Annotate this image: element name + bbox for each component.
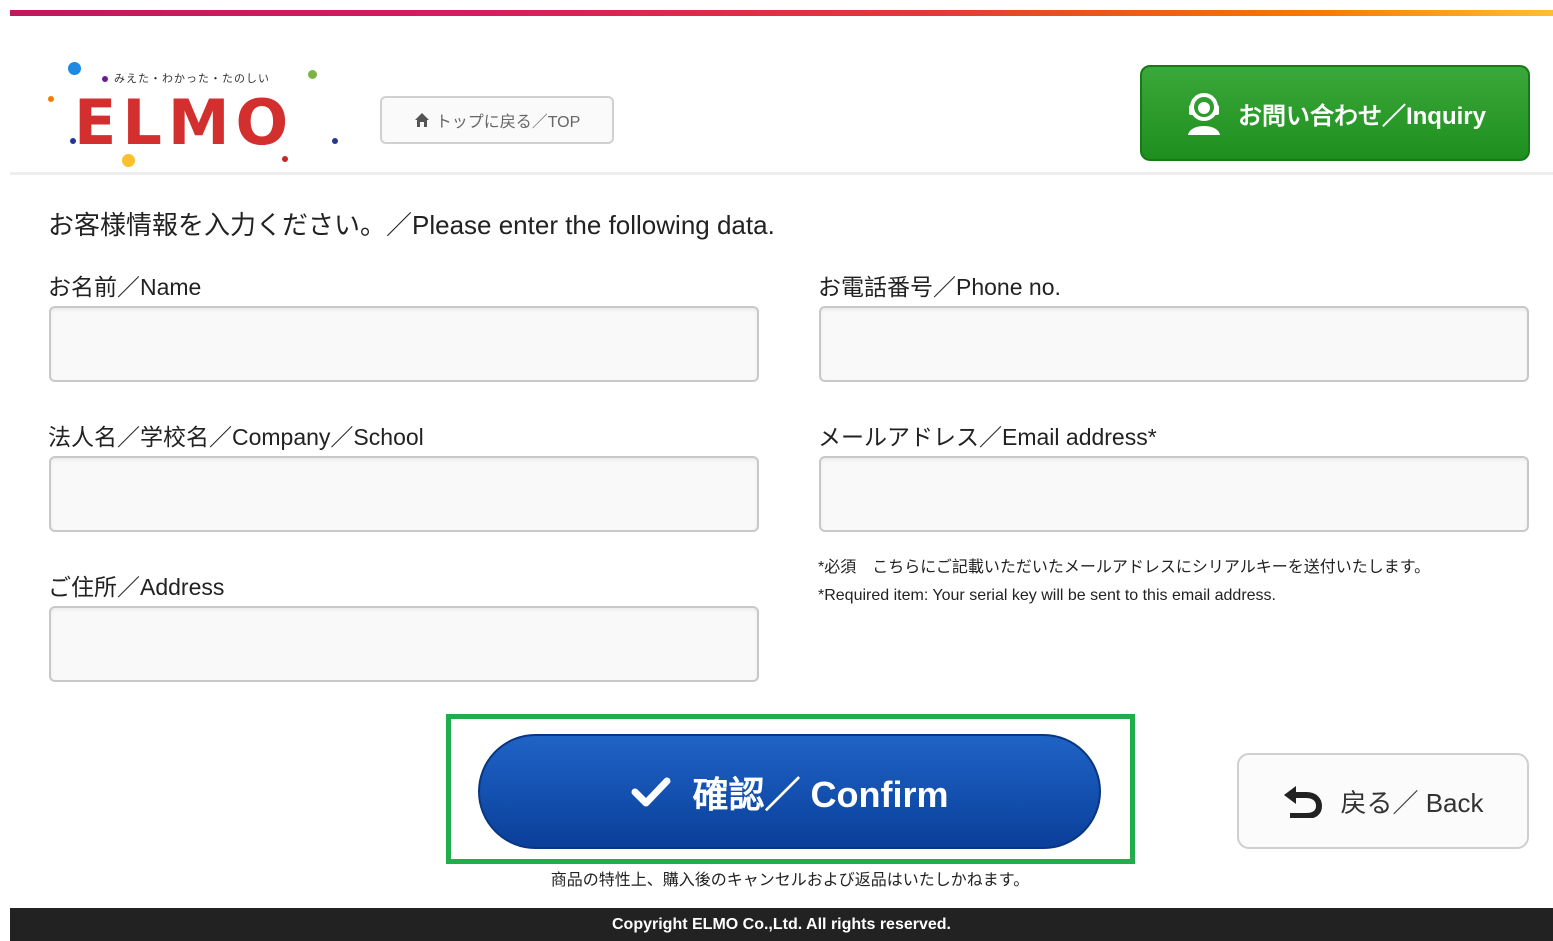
name-label: お名前／Name — [48, 274, 202, 300]
home-icon — [414, 113, 429, 127]
email-input[interactable] — [819, 456, 1529, 532]
logo-tagline: みえた・わかった・たのしい — [114, 72, 270, 85]
back-to-top-label: トップに戻る／TOP — [435, 114, 581, 131]
cancellation-note: 商品の特性上、購入後のキャンセルおよび返品はいたしかねます。 — [550, 872, 1030, 889]
company-input[interactable] — [49, 456, 759, 532]
return-arrow-icon — [1284, 786, 1323, 818]
back-label: 戻る／ Back — [1340, 787, 1484, 818]
inquiry-button[interactable]: お問い合わせ／Inquiry — [1140, 65, 1530, 161]
address-input[interactable] — [49, 606, 759, 682]
checkmark-icon — [631, 777, 670, 806]
confirm-button[interactable]: 確認／ Confirm — [478, 734, 1101, 849]
logo-dot-blue — [68, 62, 81, 75]
required-note-ja: *必須 こちらにご記載いただいたメールアドレスにシリアルキーを送付いたします。 — [818, 559, 1431, 576]
required-notes: *必須 こちらにご記載いただいたメールアドレスにシリアルキーを送付いたします。 … — [818, 554, 1430, 610]
back-to-top-link[interactable]: トップに戻る／TOP — [380, 96, 614, 144]
logo-dot-purple — [102, 76, 108, 82]
email-label: メールアドレス／Email address* — [818, 424, 1157, 450]
phone-label: お電話番号／Phone no. — [818, 274, 1061, 300]
name-input[interactable] — [49, 306, 759, 382]
required-note-en: *Required item: Your serial key will be … — [818, 587, 1276, 604]
address-label: ご住所／Address — [48, 574, 225, 600]
back-button[interactable]: 戻る／ Back — [1237, 753, 1529, 849]
form-intro: お客様情報を入力ください。／Please enter the following… — [48, 210, 775, 240]
logo-dot-green — [308, 70, 317, 79]
header-divider — [10, 172, 1553, 175]
logo-dot-orange — [48, 96, 54, 102]
elmo-logo[interactable]: みえた・わかった・たのしい ELMO — [44, 56, 344, 174]
confirm-label: 確認／ Confirm — [692, 773, 949, 815]
company-label: 法人名／学校名／Company／School — [48, 424, 424, 450]
logo-wordmark: ELMO — [74, 86, 295, 159]
copyright-text: Copyright ELMO Co.,Ltd. All rights reser… — [612, 915, 951, 933]
phone-input[interactable] — [819, 306, 1529, 382]
support-person-icon — [1187, 93, 1220, 135]
site-footer: Copyright ELMO Co.,Ltd. All rights reser… — [10, 908, 1553, 941]
logo-dot-navy-right — [332, 138, 338, 144]
site-header: みえた・わかった・たのしい ELMO トップに戻る／TOP お問い合わせ／Inq… — [0, 16, 1553, 176]
inquiry-label: お問い合わせ／Inquiry — [1237, 102, 1486, 130]
